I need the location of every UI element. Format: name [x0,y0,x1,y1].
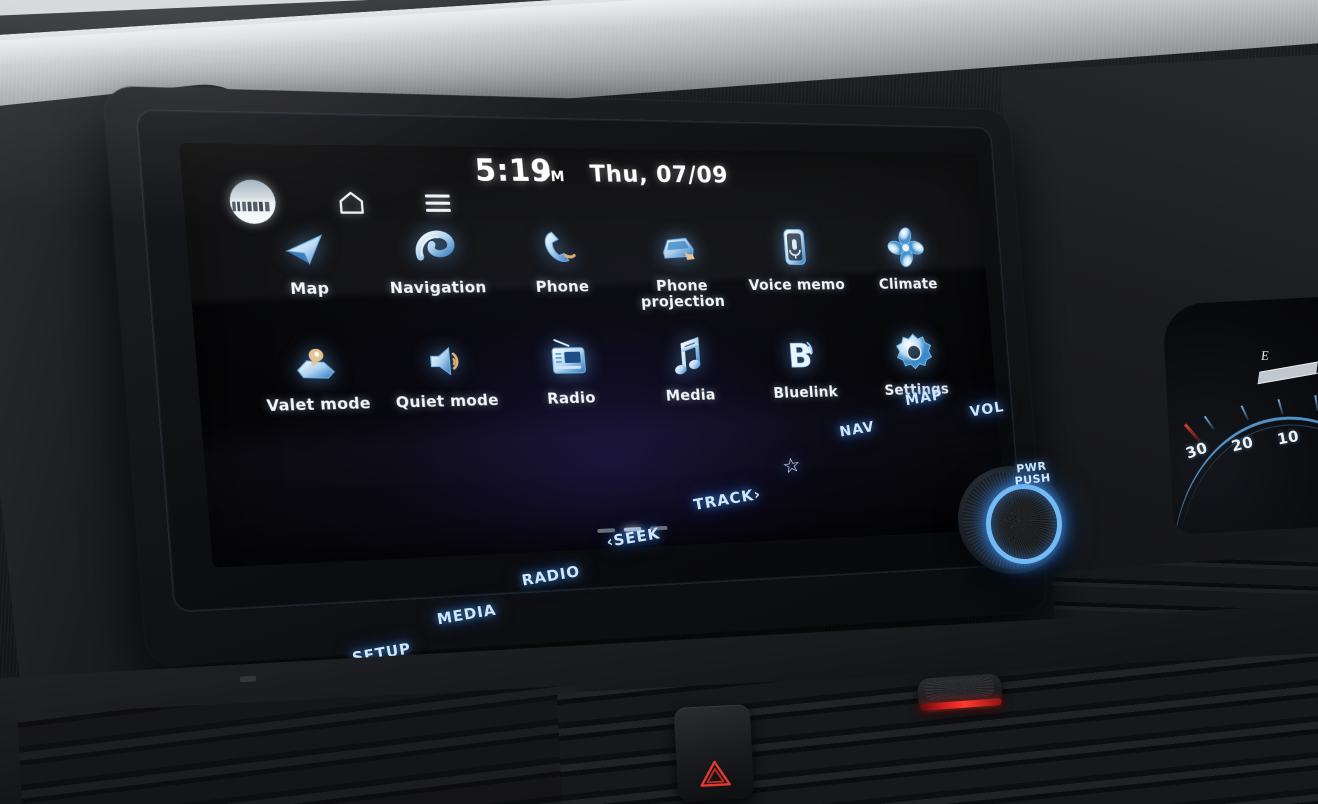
app-grid: Map Navigation Phone Phone projection Vo… [238,222,972,415]
app-label: Voice memo [748,275,846,294]
infotainment-dashboard-scene: 30 20 10 0 E 5:19 PM Thu, 07/09 [0,0,1318,804]
app-label: Valet mode [265,393,372,415]
speedometer-ticks [1162,295,1318,535]
vent-knob-texture [925,676,995,701]
instrument-cluster: 30 20 10 0 E [1162,295,1318,535]
app-label: Map [289,279,330,299]
app-phone-projection[interactable]: Phone projection [618,222,742,311]
clock-ampm: PM [539,168,566,186]
hazard-warning-button[interactable] [673,704,755,802]
climate-fan-icon [881,223,929,271]
date-display: Thu, 07/09 [588,161,730,189]
voice-memo-microphone-icon [769,223,819,272]
app-label: Navigation [389,278,488,298]
app-navigation[interactable]: Navigation [369,222,503,313]
status-bar: 5:19 PM Thu, 07/09 [179,143,981,224]
settings-gear-icon [890,328,938,376]
hazard-warning-triangle-icon [700,760,731,787]
svg-text:B: B [787,337,814,376]
favorites-star-icon[interactable]: ☆ [781,452,803,480]
radio-receiver-icon [541,333,595,384]
bluelink-b-icon: B [778,329,828,378]
app-climate[interactable]: Climate [848,223,964,308]
app-quiet-mode[interactable]: Quiet mode [379,334,511,411]
button-radio[interactable]: RADIO [520,562,581,590]
valet-key-hand-icon [287,337,345,390]
app-label: Media [665,385,717,405]
status-bar-left-controls [228,179,452,225]
usb-port[interactable] [239,675,257,683]
button-seek[interactable]: ‹SEEK [605,524,661,551]
menu-icon[interactable] [424,193,451,212]
button-nav[interactable]: NAV [838,419,876,441]
phone-handset-icon [532,222,586,272]
app-settings[interactable]: Settings [857,327,972,398]
app-label: Bluelink [772,382,839,402]
app-voice-memo[interactable]: Voice memo [735,223,855,309]
app-bluelink[interactable]: B Bluelink [744,329,863,402]
fuel-gauge-label: E [1260,347,1270,364]
clock-display: 5:19 PM Thu, 07/09 [474,153,730,190]
power-push-label: PWR PUSH [1013,459,1051,487]
navigation-road-icon [407,222,463,273]
speed-tick-10: 10 [1275,426,1301,449]
button-media[interactable]: MEDIA [436,601,498,629]
home-icon[interactable] [337,190,366,215]
map-arrow-icon [277,222,335,274]
media-music-note-icon [662,331,714,381]
app-label: Phone [534,277,590,296]
button-track[interactable]: TRACK› [692,485,762,514]
app-label: Radio [546,387,597,408]
map-thumbnail-skyline [232,201,275,212]
app-label: Climate [878,275,939,293]
phone-projection-icon [653,222,705,271]
app-phone[interactable]: Phone [496,222,625,312]
app-map[interactable]: Map [238,222,377,315]
app-label: Phone projection [640,276,726,311]
map-thumbnail[interactable] [228,179,278,224]
app-radio[interactable]: Radio [505,332,632,408]
app-valet-mode[interactable]: Valet mode [247,336,384,415]
quiet-mode-speaker-icon [416,335,472,387]
app-media[interactable]: Media [626,331,749,405]
app-label: Quiet mode [395,390,500,412]
